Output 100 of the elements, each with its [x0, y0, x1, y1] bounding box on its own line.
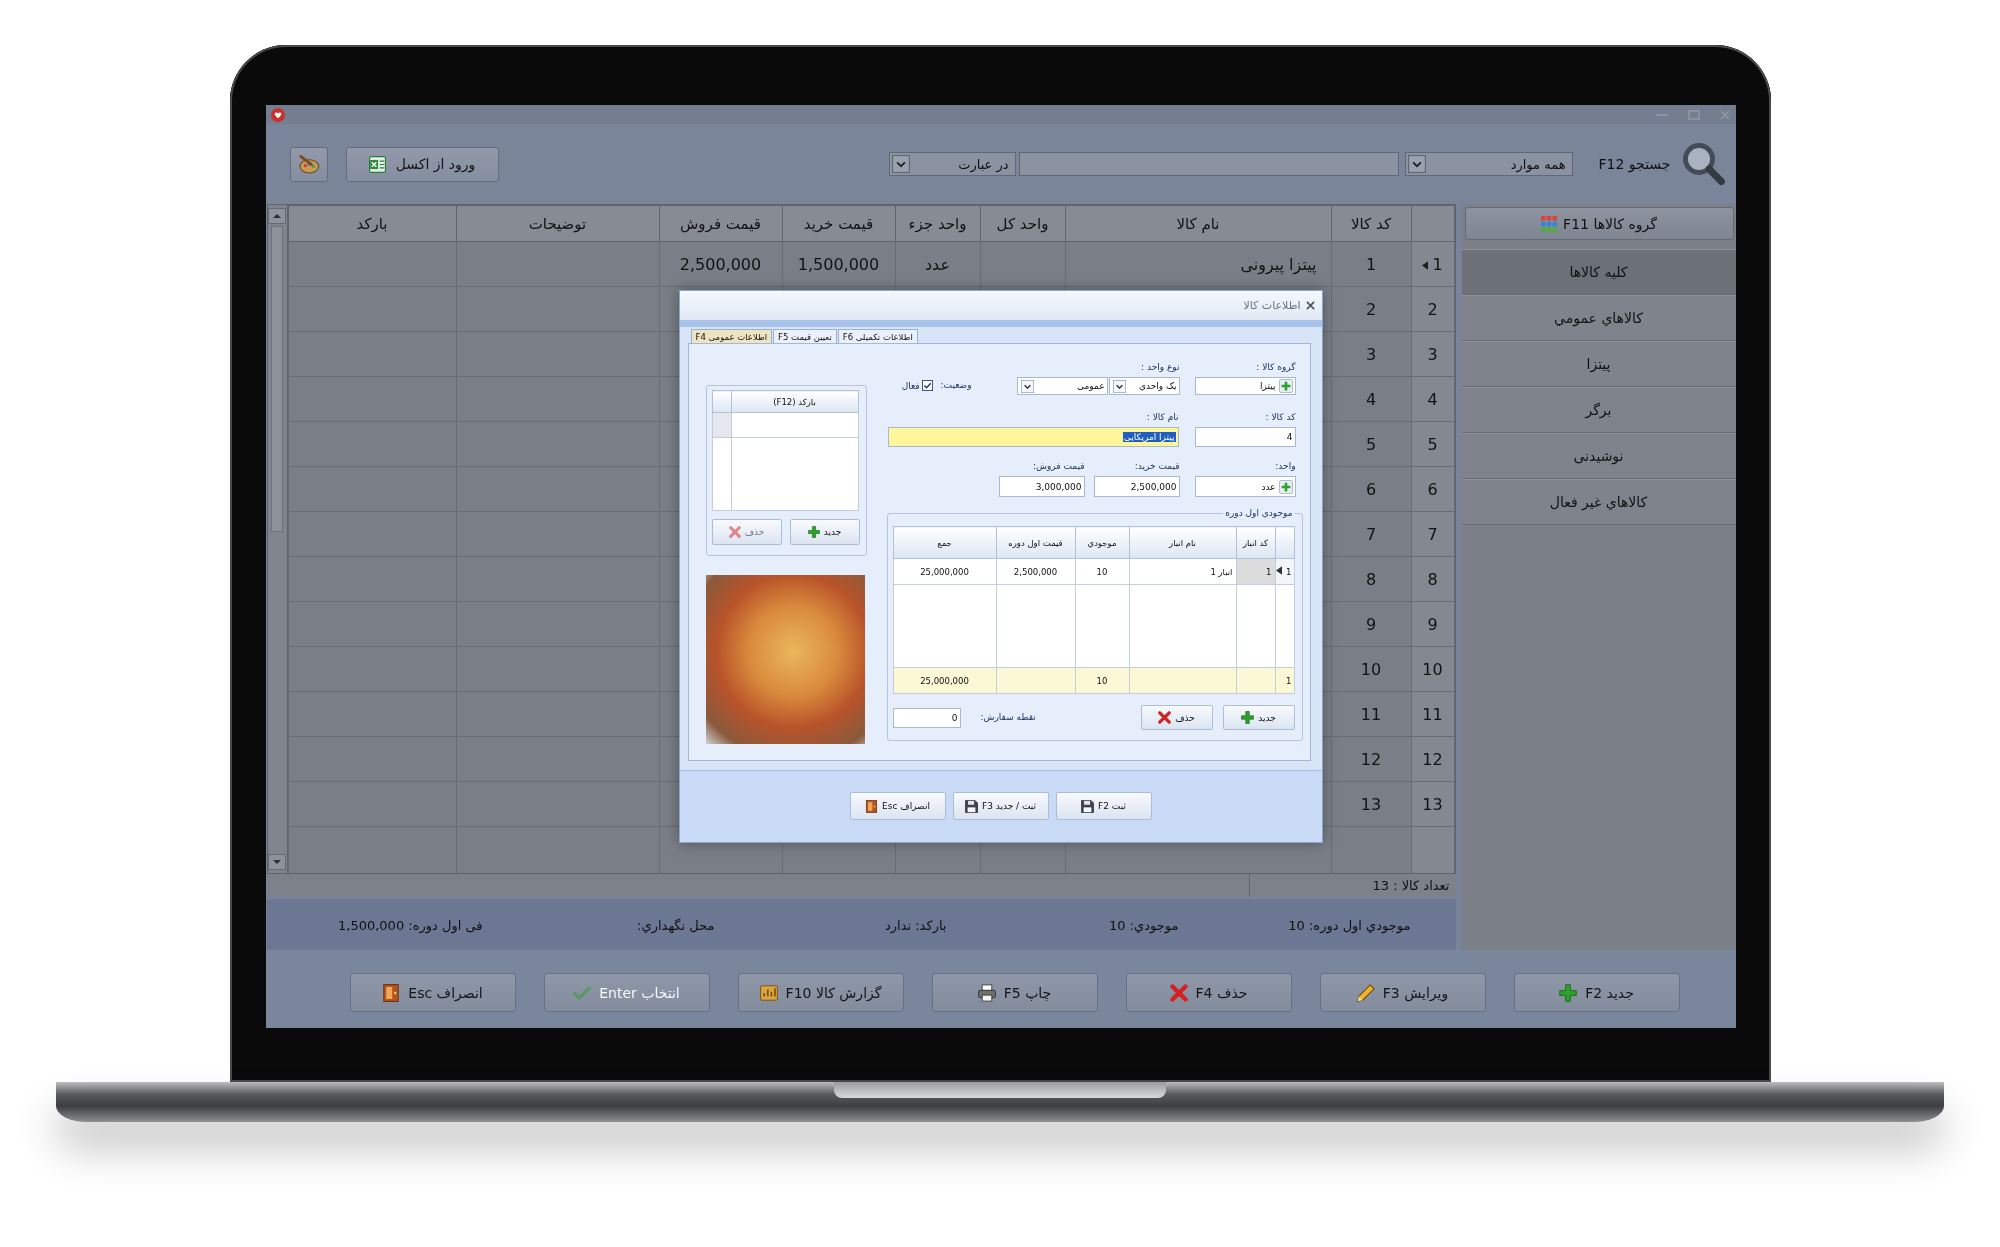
delete-button[interactable]: حذف F4: [1125, 973, 1292, 1012]
sale-price-field[interactable]: 3,000,000: [998, 476, 1085, 497]
goods-name-field[interactable]: پیتزا امریکایی: [887, 427, 1179, 447]
save-and-new-button[interactable]: ثبت / جدید F3: [952, 792, 1049, 820]
sidebar-item[interactable]: کالاهاي عمومي: [1461, 295, 1736, 341]
column-header[interactable]: قیمت خرید: [782, 205, 895, 242]
table-cell: انبار 1: [1129, 558, 1236, 585]
sidebar-item[interactable]: برگر: [1461, 387, 1736, 433]
report-button[interactable]: گزارش کالا F10: [737, 973, 904, 1012]
check-icon: [573, 983, 592, 1002]
row-header[interactable]: 2: [1411, 286, 1454, 332]
table-cell: 25,000,000: [893, 558, 996, 585]
row-header[interactable]: 10: [1411, 646, 1454, 692]
scope-dropdown[interactable]: همه موارد: [1404, 152, 1573, 176]
row-header[interactable]: 7: [1411, 511, 1454, 557]
column-header[interactable]: واحد کل: [980, 205, 1065, 242]
unit-field[interactable]: عدد: [1194, 476, 1296, 497]
table-cell: 1,500,000: [782, 241, 895, 287]
chevron-down-icon: [1020, 379, 1034, 393]
category-dropdown[interactable]: عمومی: [1016, 377, 1108, 395]
row-header[interactable]: 1: [1275, 558, 1294, 585]
row-header[interactable]: 13: [1411, 781, 1454, 827]
row-header[interactable]: 3: [1411, 331, 1454, 377]
column-header[interactable]: واحد جزء: [895, 205, 980, 242]
sidebar-item[interactable]: پیتزا: [1461, 341, 1736, 387]
delete-button[interactable]: حذف: [1140, 705, 1213, 730]
x-mark-icon: [1169, 983, 1188, 1002]
row-header[interactable]: 5: [1411, 421, 1454, 467]
table-cell: 5: [1331, 421, 1411, 467]
column-header[interactable]: کد انبار: [1236, 526, 1275, 559]
close-icon[interactable]: [1305, 301, 1315, 310]
app-logo-icon[interactable]: [270, 107, 285, 122]
match-dropdown[interactable]: در عبارت: [888, 152, 1016, 176]
row-header[interactable]: 12: [1411, 736, 1454, 782]
palette-button[interactable]: [289, 146, 328, 182]
tab[interactable]: تعیین قیمت F5: [773, 329, 837, 343]
column-header[interactable]: نام انبار: [1129, 526, 1236, 559]
search-icon[interactable]: [1680, 142, 1727, 186]
groups-header[interactable]: گروه کالاها F11: [1464, 207, 1734, 240]
reorder-point-field[interactable]: 0: [892, 707, 961, 728]
sidebar-item[interactable]: کالاهاي غیر فعال: [1461, 479, 1736, 525]
x-mark-icon: [728, 526, 741, 538]
new-button[interactable]: جدید F2: [1513, 973, 1680, 1012]
tab[interactable]: اطلاعات تکمیلی F6: [837, 329, 918, 343]
column-header[interactable]: نام کالا: [1065, 205, 1331, 242]
column-header[interactable]: قیمت فروش: [659, 205, 782, 242]
table-cell: 2,500,000: [659, 241, 782, 287]
table-cell: 1: [1331, 241, 1411, 287]
table-cell: 7: [1331, 511, 1411, 557]
checkbox[interactable]: [921, 380, 933, 391]
plus-icon: [1241, 711, 1255, 724]
purchase-price-field[interactable]: 2,500,000: [1093, 476, 1180, 497]
door-icon: [865, 799, 879, 813]
row-header[interactable]: 8: [1411, 556, 1454, 602]
chevron-down-icon: [1407, 155, 1426, 173]
plus-icon[interactable]: [1278, 479, 1293, 494]
row-header[interactable]: 1: [1411, 241, 1454, 287]
field-label: واحد:: [1275, 460, 1296, 473]
status-label: وضعیت:: [940, 379, 972, 392]
column-header[interactable]: توضیحات: [456, 205, 659, 242]
column-header[interactable]: موجودي: [1075, 526, 1129, 559]
printer-icon: [977, 983, 996, 1002]
table-cell: 2,500,000: [996, 558, 1075, 585]
bar-chart-icon: [759, 983, 778, 1002]
save-button[interactable]: ثبت F2: [1055, 792, 1152, 820]
plus-icon[interactable]: [1278, 379, 1293, 393]
row-header[interactable]: 6: [1411, 466, 1454, 512]
column-header[interactable]: قیمت اول دوره: [996, 526, 1075, 559]
edit-button[interactable]: ویرایش F3: [1319, 973, 1486, 1012]
goods-group-field[interactable]: پیتزا: [1194, 377, 1296, 395]
checkbox-label[interactable]: فعال: [901, 380, 920, 391]
new-button[interactable]: جدید: [1222, 705, 1295, 730]
row-header[interactable]: 11: [1411, 691, 1454, 737]
scroll-thumb[interactable]: [271, 226, 283, 532]
table-cell: 6: [1331, 466, 1411, 512]
goods-code-field[interactable]: 4: [1194, 427, 1296, 447]
row-pointer-icon: [1422, 260, 1429, 270]
sidebar-item[interactable]: نوشیدنی: [1461, 433, 1736, 479]
new-button[interactable]: جدید: [789, 519, 860, 545]
row-header[interactable]: 9: [1411, 601, 1454, 647]
sidebar-item[interactable]: کلیه کالاها: [1461, 249, 1736, 295]
status-text: موجودي اول دوره: 10: [1288, 918, 1411, 933]
status-text: بارکد: ندارد: [885, 918, 947, 933]
unit-type-dropdown[interactable]: یک واحدي: [1108, 377, 1180, 395]
column-header[interactable]: جمع: [893, 526, 996, 559]
column-header[interactable]: بارکد (F12): [731, 390, 858, 413]
cancel-button[interactable]: انصراف Esc: [349, 973, 516, 1012]
column-header[interactable]: کد کالا: [1331, 205, 1411, 242]
table-cell: پیتزا پیرونی: [1065, 241, 1331, 287]
import-excel-button[interactable]: ورود از اکسل: [345, 146, 499, 182]
column-header[interactable]: بارکد: [288, 205, 456, 242]
table-cell: 11: [1331, 691, 1411, 737]
scrollbar[interactable]: [267, 205, 288, 873]
table-cell: 9: [1331, 601, 1411, 647]
spreadsheet-icon: [368, 155, 386, 173]
row-header[interactable]: 4: [1411, 376, 1454, 422]
print-button[interactable]: چاپ F5: [931, 973, 1098, 1012]
cancel-button[interactable]: انصراف Esc: [849, 792, 946, 820]
tab[interactable]: اطلاعات عمومی F4: [690, 329, 773, 343]
search-field[interactable]: [1018, 152, 1399, 176]
